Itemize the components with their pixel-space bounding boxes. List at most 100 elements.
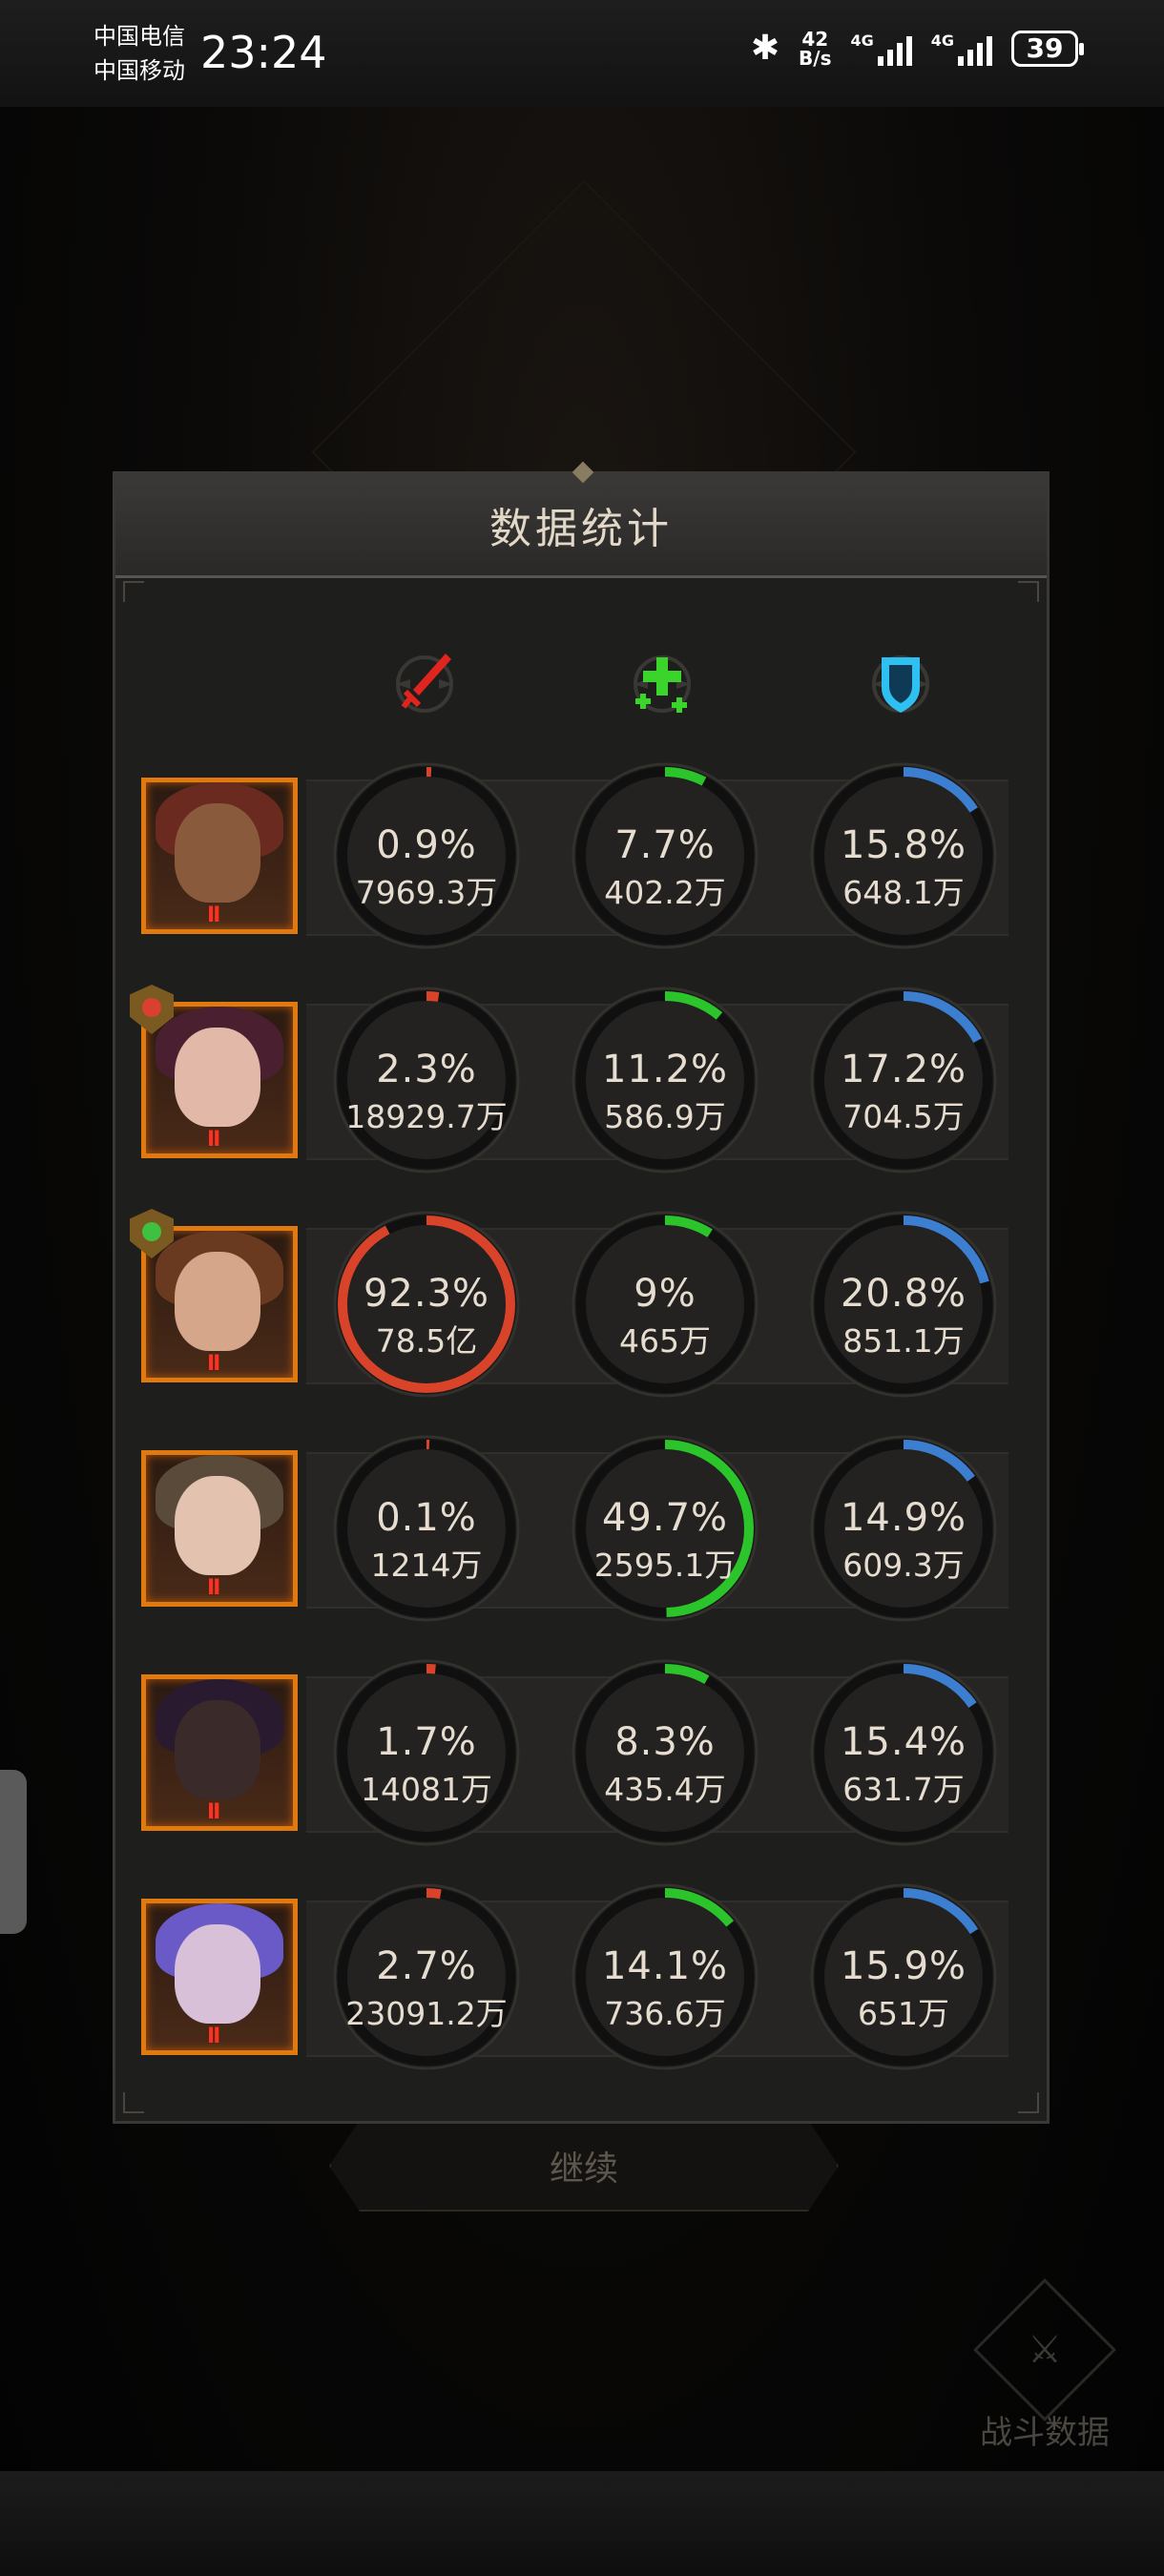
signal-icon: 4G (931, 31, 992, 66)
portrait-face (175, 1252, 260, 1351)
hero-stats-row: II 2.7% 23091.2万 14.1% 736.6万 15.9% 651万 (115, 1881, 1047, 2072)
stat-percent: 0.1% (376, 1496, 477, 1540)
heal-stat-ring: 7.7% 402.2万 (572, 762, 759, 949)
heal-stat-ring: 14.1% 736.6万 (572, 1883, 759, 2070)
stat-amount: 736.6万 (604, 1995, 726, 2032)
sword-icon (396, 654, 453, 713)
dialog-title: 数据统计 (489, 505, 673, 553)
network-speed: 42 B/s (799, 30, 831, 68)
stat-amount: 78.5亿 (375, 1322, 478, 1360)
damage-stat-ring: 1.7% 14081万 (333, 1659, 520, 1846)
network-type-1: 4G (850, 31, 874, 50)
hero-stats-row: II 92.3% 78.5亿 9% 465万 20.8% 851.1万 (115, 1209, 1047, 1400)
damage-stat-ring: 2.3% 18929.7万 (333, 987, 520, 1174)
battle-emblem-icon: ⚔ (973, 2278, 1116, 2421)
status-bar: 中国电信 中国移动 23:24 ✱ 42 B/s 4G 4G 39 (0, 0, 1164, 109)
battery-icon: 39 (1011, 30, 1084, 67)
hero-rank: II (207, 904, 220, 927)
tank-stat-ring: 20.8% 851.1万 (810, 1211, 997, 1398)
clock: 23:24 (200, 27, 327, 78)
stat-percent: 14.1% (601, 1944, 729, 1988)
continue-button[interactable]: 继续 (329, 2120, 839, 2212)
dialog-header: 数据统计 (115, 474, 1047, 578)
portrait-face (175, 1700, 260, 1799)
stat-percent: 92.3% (363, 1272, 490, 1316)
tank-stat-ring: 15.9% 651万 (810, 1883, 997, 2070)
carrier-labels: 中国电信 中国移动 (94, 19, 185, 88)
stat-amount: 435.4万 (604, 1771, 726, 1808)
corner-ornament (1018, 2092, 1039, 2113)
stat-amount: 851.1万 (842, 1322, 965, 1360)
stat-percent: 8.3% (614, 1720, 716, 1764)
stat-percent: 15.8% (840, 823, 967, 867)
tank-stat-ring: 14.9% 609.3万 (810, 1435, 997, 1622)
side-drawer-handle[interactable] (0, 1770, 27, 1934)
hero-portrait[interactable]: II (141, 1002, 298, 1158)
portrait-face (175, 1028, 260, 1127)
tank-stat-ring: 15.4% 631.7万 (810, 1659, 997, 1846)
status-icons: ✱ 42 B/s 4G 4G 39 (750, 29, 1084, 68)
stat-amount: 465万 (619, 1322, 711, 1360)
portrait-face (175, 803, 260, 903)
stat-amount: 586.9万 (604, 1098, 726, 1135)
stat-amount: 402.2万 (604, 874, 726, 911)
hero-rank: II (207, 2025, 220, 2048)
stat-percent: 2.3% (376, 1048, 477, 1091)
hero-rank: II (207, 1576, 220, 1600)
heal-stat-ring: 11.2% 586.9万 (572, 987, 759, 1174)
stat-percent: 2.7% (376, 1944, 477, 1988)
hero-portrait[interactable]: II (141, 778, 298, 934)
heal-stat-ring: 8.3% 435.4万 (572, 1659, 759, 1846)
hero-stats-row: II 0.9% 7969.3万 7.7% 402.2万 15.8% 648.1万 (115, 760, 1047, 951)
stat-amount: 704.5万 (842, 1098, 965, 1135)
hero-rank: II (207, 1800, 220, 1824)
carrier-1: 中国电信 (94, 23, 185, 50)
signal-icon: 4G (850, 31, 912, 66)
bluetooth-icon: ✱ (750, 29, 780, 68)
hero-portrait[interactable]: II (141, 1674, 298, 1831)
stat-amount: 1214万 (370, 1547, 483, 1584)
portrait-face (175, 1924, 260, 2024)
corner-ornament (123, 2092, 144, 2113)
hero-stats-row: II 1.7% 14081万 8.3% 435.4万 15.4% 631.7万 (115, 1657, 1047, 1848)
stats-dialog: 数据统计 II 0.9% 7969.3万 7.7% 402.2万 15.8% 648.1万 I… (113, 461, 1050, 2124)
stat-percent: 9% (634, 1272, 696, 1316)
stat-percent: 1.7% (376, 1720, 477, 1764)
stat-percent: 11.2% (601, 1048, 729, 1091)
shield-icon (872, 655, 929, 713)
hero-portrait[interactable]: II (141, 1226, 298, 1382)
tank-stat-ring: 15.8% 648.1万 (810, 762, 997, 949)
heal-stat-ring: 49.7% 2595.1万 (572, 1435, 759, 1622)
network-type-2: 4G (930, 31, 954, 50)
hero-rank: II (207, 1352, 220, 1376)
portrait-face (175, 1476, 260, 1575)
stat-amount: 648.1万 (842, 874, 965, 911)
healing-cross-icon (634, 655, 691, 713)
stat-amount: 18929.7万 (345, 1098, 508, 1135)
hero-portrait[interactable]: II (141, 1450, 298, 1607)
corner-ornament (123, 581, 144, 602)
speed-value: 42 (801, 27, 829, 51)
speed-unit: B/s (799, 46, 832, 70)
battle-data-button[interactable]: ⚔ 战斗数据 (964, 2278, 1126, 2453)
stat-amount: 631.7万 (842, 1771, 965, 1808)
stat-amount: 651万 (858, 1995, 949, 2032)
stat-amount: 2595.1万 (593, 1547, 737, 1584)
stat-percent: 0.9% (376, 823, 477, 867)
damage-stat-ring: 0.1% 1214万 (333, 1435, 520, 1622)
stat-percent: 20.8% (840, 1272, 967, 1316)
hero-portrait[interactable]: II (141, 1899, 298, 2055)
category-icons (115, 636, 1047, 732)
hero-stats-row: II 0.1% 1214万 49.7% 2595.1万 14.9% 609.3万 (115, 1433, 1047, 1624)
stat-percent: 15.9% (840, 1944, 967, 1988)
heal-stat-ring: 9% 465万 (572, 1211, 759, 1398)
hero-stats-row: II 2.3% 18929.7万 11.2% 586.9万 17.2% 704.5万 (115, 985, 1047, 1175)
corner-ornament (1018, 581, 1039, 602)
bottom-bar (0, 2471, 1164, 2576)
stat-amount: 23091.2万 (345, 1995, 508, 2032)
stat-percent: 14.9% (840, 1496, 967, 1540)
tank-stat-ring: 17.2% 704.5万 (810, 987, 997, 1174)
stat-percent: 7.7% (614, 823, 716, 867)
hero-rank: II (207, 1128, 220, 1152)
stat-amount: 14081万 (361, 1771, 492, 1808)
